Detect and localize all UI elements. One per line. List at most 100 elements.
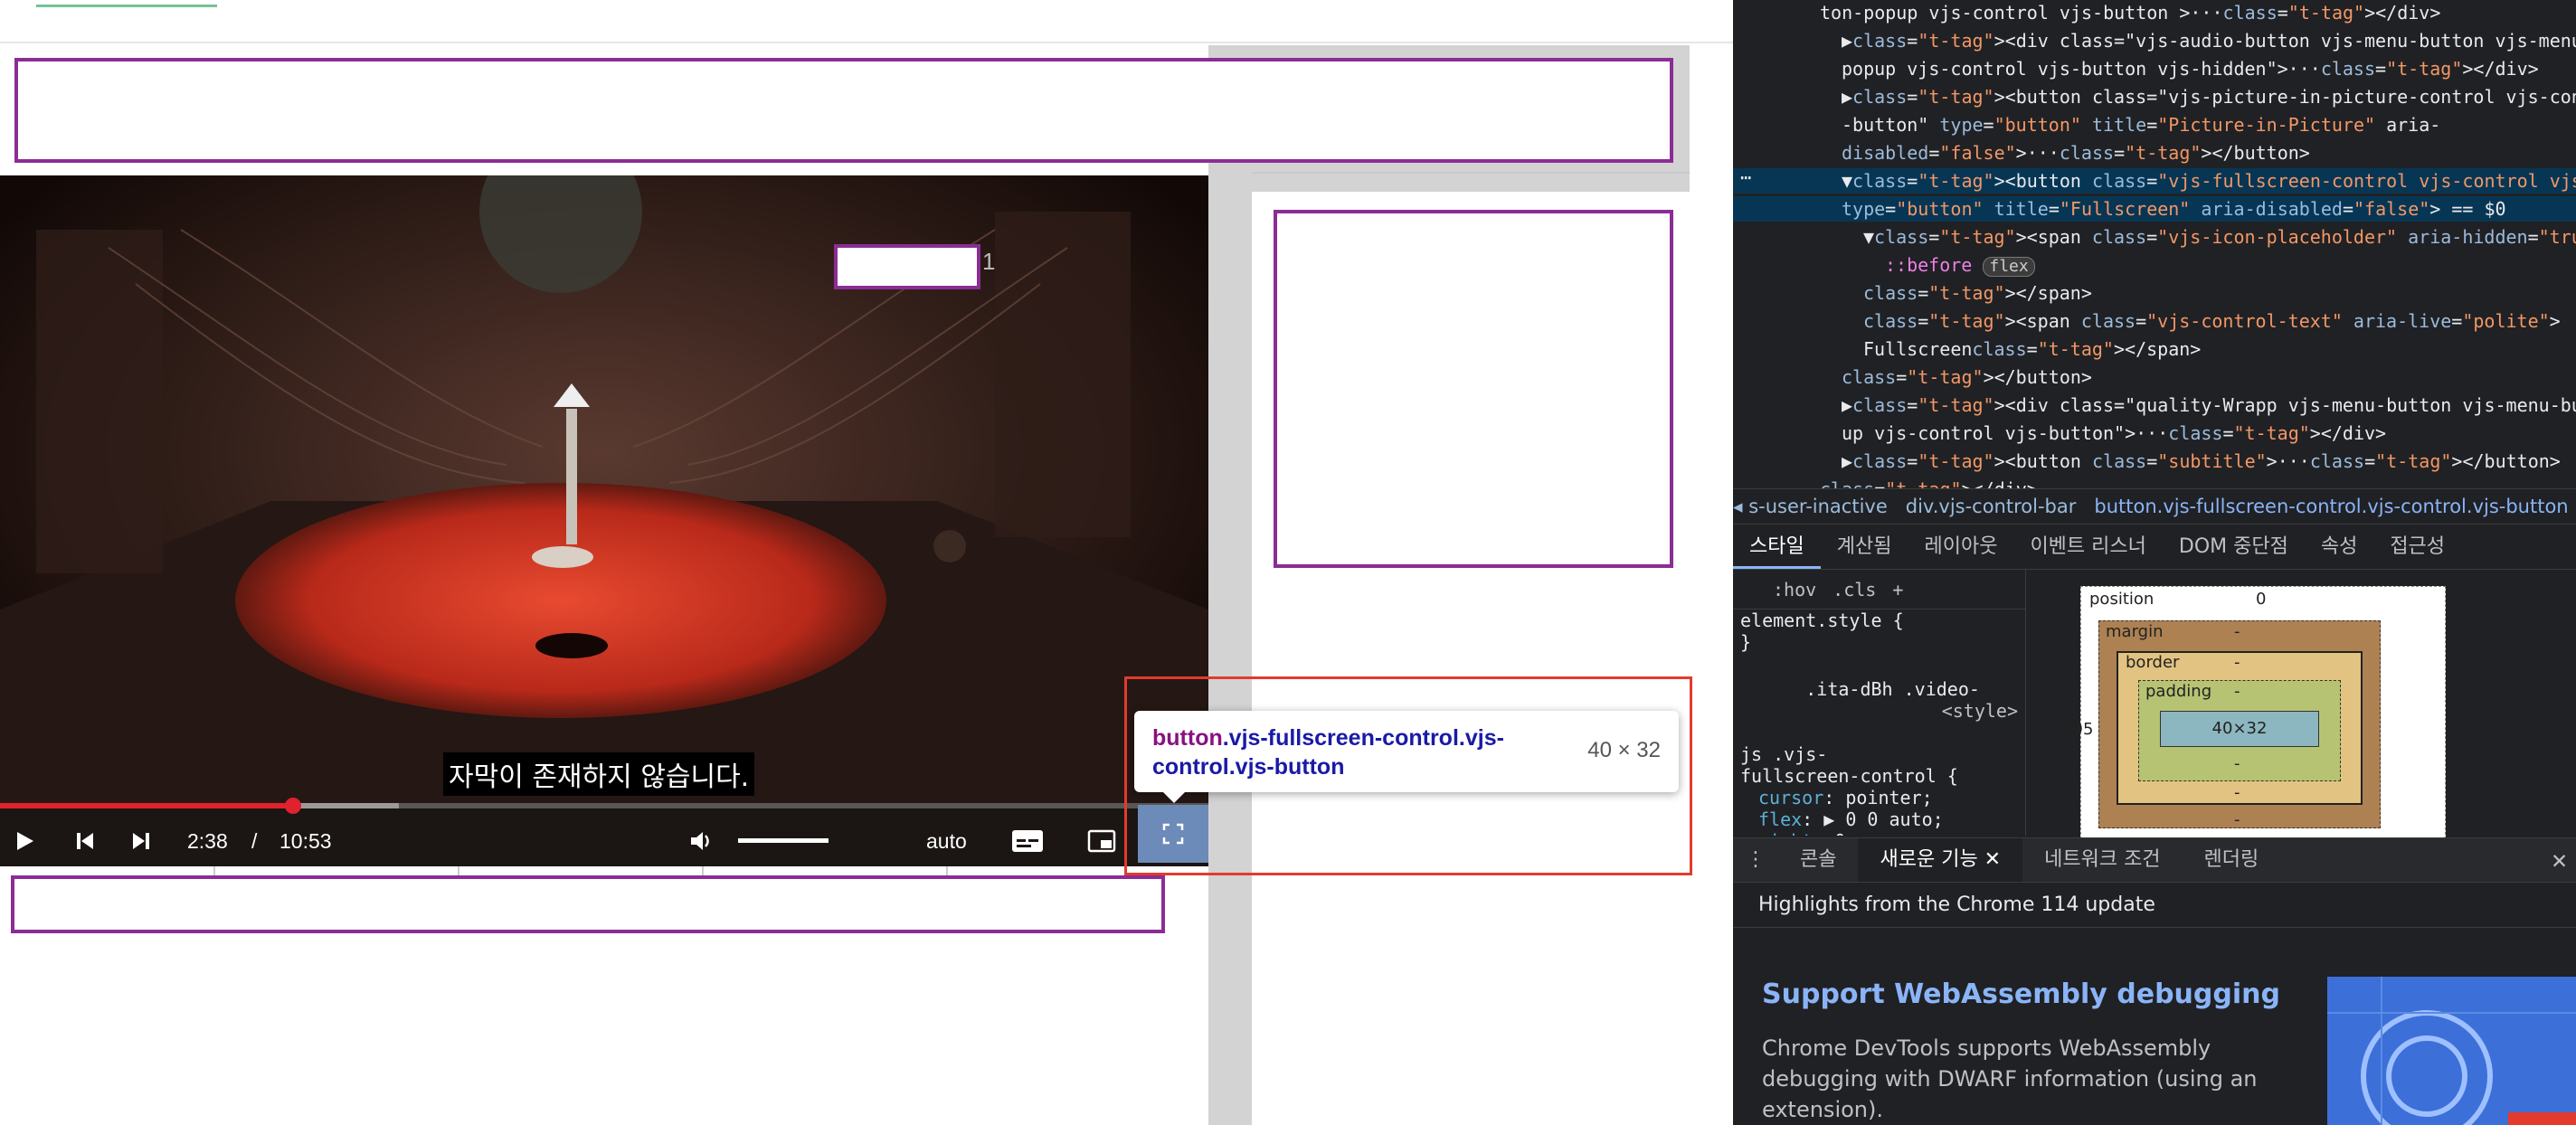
sidebar-tab[interactable]: 레이아웃 (1908, 526, 2013, 569)
dom-node-line[interactable]: disabled="false">···class="t-tag"></butt… (1733, 140, 2576, 165)
position-left-value: 636.195 (2026, 720, 2094, 739)
breadcrumb-item[interactable]: ◂ s-user-inactive (1733, 496, 1888, 517)
seek-handle[interactable] (284, 798, 301, 814)
dom-node-line[interactable]: class="t-tag"></span> (1733, 280, 2576, 306)
border-label: border (2126, 653, 2180, 672)
breadcrumb-item[interactable]: button.vjs-fullscreen-control.vjs-contro… (2094, 496, 2568, 517)
ad-banner-bottom[interactable] (11, 875, 1165, 933)
drawer-tabs: ⋮ 콘솔 새로운 기능 ✕ 네트워크 조건 렌더링 (1733, 837, 2576, 883)
padding-label: padding (2145, 682, 2212, 701)
css-property[interactable]: flex: ▶ 0 0 auto; (1733, 808, 2025, 830)
tooltip-dimensions: 40 × 32 (1587, 738, 1661, 762)
tooltip-arrow (1163, 792, 1185, 803)
sidebar-tab[interactable]: 속성 (2305, 526, 2373, 569)
dom-node-line[interactable]: ton-popup vjs-control vjs-button >···cla… (1733, 0, 2576, 25)
margin-bottom-value: - (2234, 810, 2240, 829)
sidebar-tab[interactable]: 계산됨 (1821, 526, 1908, 569)
position-right-value: 0 (2451, 720, 2462, 739)
elements-tree[interactable]: ton-popup vjs-control vjs-button >···cla… (1733, 0, 2576, 488)
skip-next-icon (133, 833, 149, 849)
margin-top-value: - (2234, 622, 2240, 641)
padding-bottom-value: - (2234, 754, 2240, 773)
overlay-tag-number: 1 (982, 248, 996, 275)
video-player[interactable]: 1 자막이 존재하지 않습니다. 2:38 / 10:53 auto (0, 175, 1208, 866)
dom-node-line[interactable]: ▶class="t-tag"><div class="quality-Wrapp… (1733, 392, 2576, 418)
play-button[interactable] (7, 819, 43, 863)
sidebar-tab[interactable]: 스타일 (1733, 526, 1821, 569)
rule-selector-line-1: .ita-dBh .video- (1805, 678, 1980, 700)
whats-new-body: Chrome DevTools supports WebAssembly deb… (1762, 1035, 2258, 1122)
mute-button[interactable] (684, 819, 720, 863)
new-rule-button[interactable]: + (1892, 579, 1903, 600)
ad-banner-sidebar[interactable] (1274, 210, 1673, 568)
position-value: 0 (2256, 590, 2267, 609)
drawer-tab[interactable]: 렌더링 (2183, 838, 2281, 882)
rule-source-link[interactable]: <style> (1942, 700, 2018, 722)
dom-node-line[interactable]: class="t-tag"></button> (1733, 364, 2576, 390)
dom-node-line[interactable]: ▼class="t-tag"><span class="vjs-icon-pla… (1733, 224, 2576, 250)
next-button[interactable] (123, 819, 159, 863)
webassembly-illustration (2327, 977, 2576, 1125)
dom-node-line[interactable]: popup vjs-control vjs-button vjs-hidden"… (1733, 56, 2576, 81)
css-property[interactable]: cursor: pointer; (1733, 787, 2025, 808)
styles-toolbar: :hov .cls + (1733, 570, 2025, 610)
picture-in-picture-button[interactable] (1082, 819, 1122, 863)
subtitles-icon (1012, 830, 1043, 852)
sidebar-divider (1252, 172, 1690, 174)
subtitles-button[interactable] (1008, 819, 1047, 863)
element-style-rule[interactable]: element.style { (1733, 610, 2025, 631)
cls-toggle[interactable]: .cls (1833, 579, 1876, 600)
whats-new-title[interactable]: Support WebAssembly debugging (1762, 978, 2280, 1010)
sidebar-tab[interactable]: 이벤트 리스너 (2013, 526, 2162, 569)
position-label: position (2089, 590, 2155, 609)
element-style-close: } (1740, 631, 1752, 653)
dom-node-line[interactable]: up vjs-control vjs-button">···class="t-t… (1733, 421, 2576, 446)
sidebar-tab[interactable]: DOM 중단점 (2163, 526, 2305, 569)
header-logo-fragment (36, 0, 217, 7)
dom-node-line[interactable]: ▶class="t-tag"><button class="vjs-pictur… (1733, 84, 2576, 109)
ad-banner-top[interactable] (14, 58, 1673, 163)
border-bottom-value: - (2234, 783, 2240, 802)
margin-label: margin (2106, 622, 2164, 641)
dom-node-line[interactable]: class="t-tag"><span class="vjs-control-t… (1733, 308, 2576, 334)
web-page: 1 자막이 존재하지 않습니다. 2:38 / 10:53 auto butto… (0, 0, 1733, 1125)
picture-in-picture-icon (1087, 829, 1116, 853)
drawer-close-icon[interactable]: ✕ (2552, 845, 2567, 874)
drawer-tab[interactable]: 네트워크 조건 (2022, 838, 2182, 882)
volume-slider[interactable] (738, 838, 829, 843)
dom-node-line[interactable]: ::before flex (1733, 252, 2576, 278)
whats-new-header: Highlights from the Chrome 114 update (1733, 883, 2576, 928)
dom-node-line[interactable]: ▶class="t-tag"><div class="vjs-audio-but… (1733, 28, 2576, 53)
dom-node-line[interactable]: -button" type="button" title="Picture-in… (1733, 112, 2576, 137)
skip-previous-icon (77, 833, 93, 849)
padding-top-value: - (2234, 682, 2240, 701)
css-property[interactable]: right: 0px; (1733, 830, 2025, 836)
quality-selector[interactable]: auto (926, 819, 967, 863)
styles-pane: :hov .cls + element.style { } .ita-dBh .… (1733, 570, 2026, 836)
box-model-diagram: position 0 margin - border - padding - 4… (2026, 570, 2576, 848)
whats-new-thumbnail[interactable] (2327, 977, 2576, 1125)
seek-played (0, 803, 293, 808)
drawer-tab[interactable]: 새로운 기능 ✕ (1858, 838, 2023, 882)
dom-node-line[interactable]: ▼class="t-tag"><button class="vjs-fullsc… (1733, 168, 2576, 194)
dom-node-line[interactable]: class="t-tag"></div> (1733, 477, 2576, 488)
rule-selector-line-2: js .vjs- (1740, 743, 1828, 765)
css-properties: cursor: pointer;flex: ▶ 0 0 auto;right: … (1733, 787, 2025, 836)
sidebar-tab[interactable]: 접근성 (2373, 526, 2461, 569)
seek-bar[interactable] (0, 798, 1208, 814)
dom-node-line[interactable]: Fullscreenclass="t-tag"></span> (1733, 336, 2576, 362)
devtools-panel: ton-popup vjs-control vjs-button >···cla… (1733, 0, 2576, 1125)
border-top-value: - (2234, 653, 2240, 672)
box-model-content[interactable]: 40×32 (2160, 711, 2319, 747)
dom-node-line[interactable]: ▶class="t-tag"><button class="subtitle">… (1733, 449, 2576, 474)
hov-toggle[interactable]: :hov (1773, 579, 1816, 600)
previous-button[interactable] (67, 819, 103, 863)
drawer-menu-icon[interactable]: ⋮ (1733, 838, 1778, 882)
dom-node-line[interactable]: type="button" title="Fullscreen" aria-di… (1733, 196, 2576, 222)
tooltip-selector: button.vjs-fullscreen-control.vjs-contro… (1152, 723, 1577, 781)
drawer-tab[interactable]: 콘솔 (1778, 838, 1858, 882)
node-more-icon[interactable]: ⋯ (1740, 165, 1776, 190)
rule-selector-line-3: fullscreen-control { (1740, 765, 1958, 787)
breadcrumb-item[interactable]: div.vjs-control-bar (1906, 496, 2077, 517)
subtitle-text: 자막이 존재하지 않습니다. (443, 752, 755, 796)
